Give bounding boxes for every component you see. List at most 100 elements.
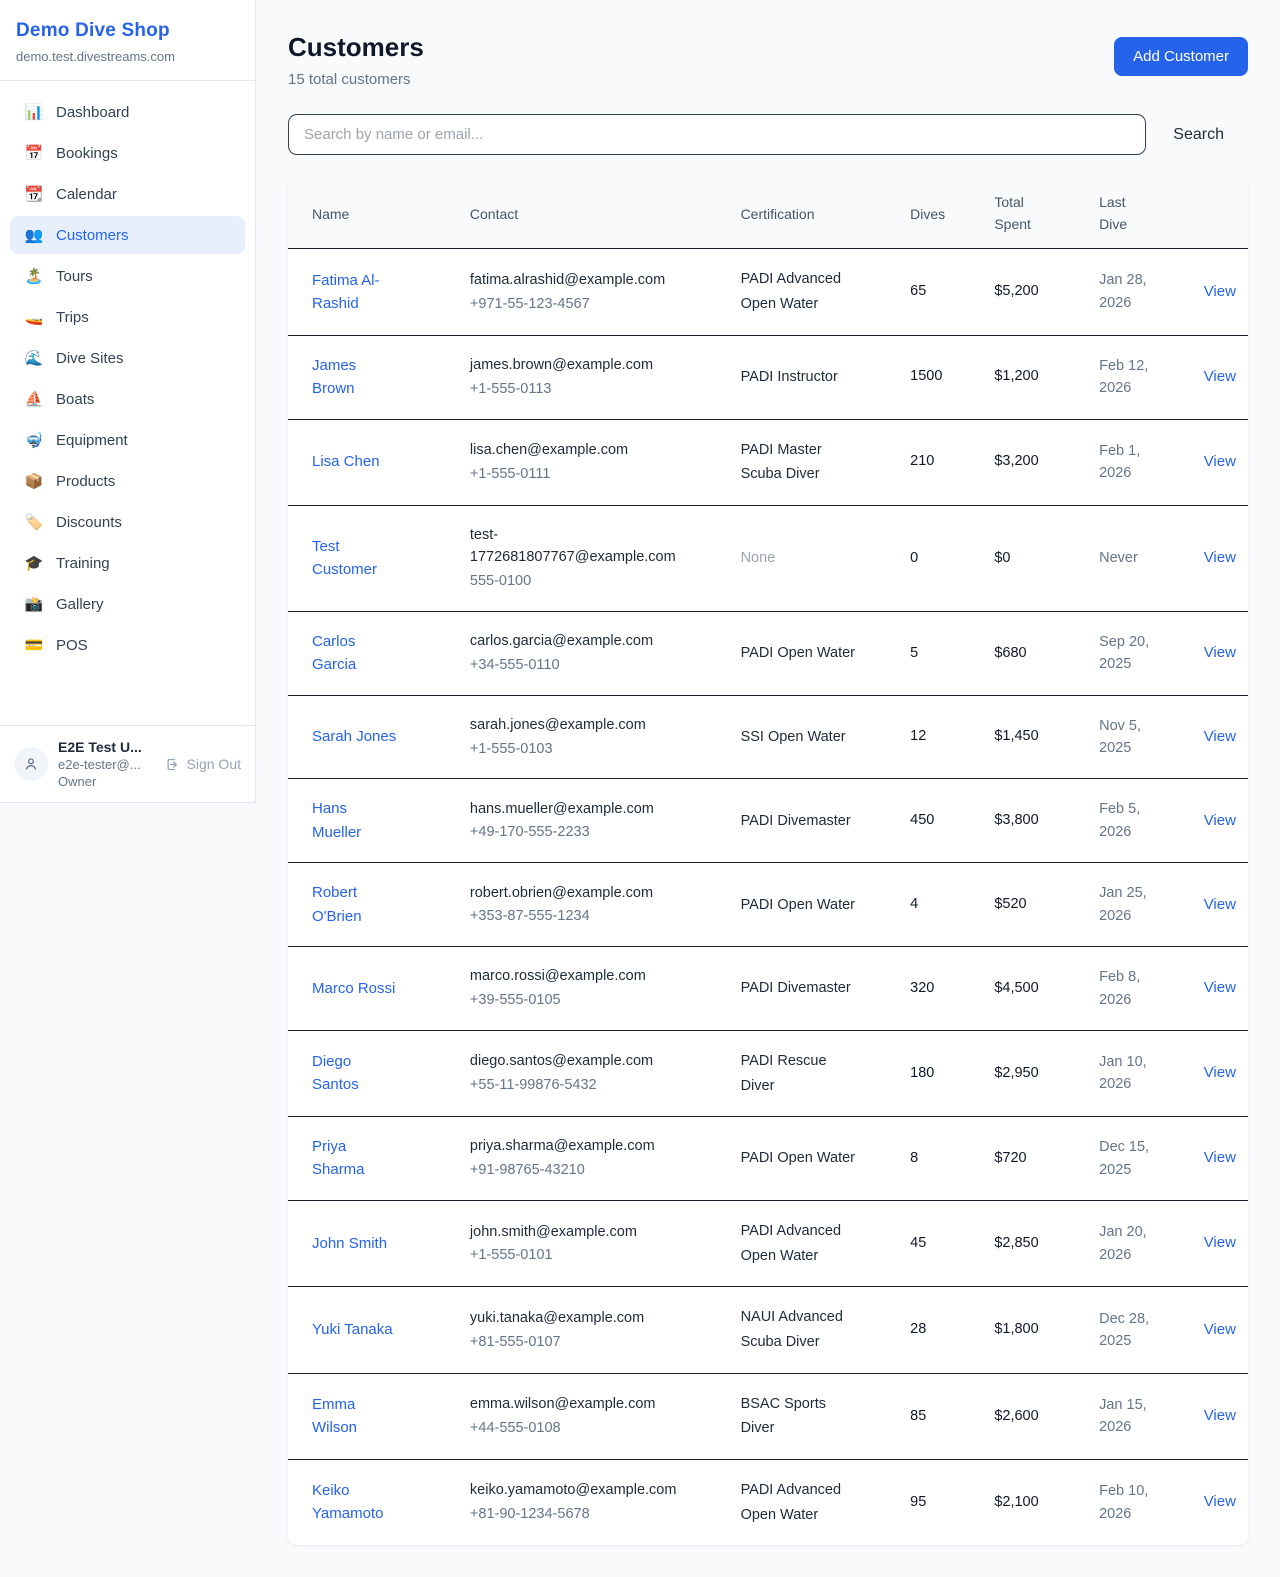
customer-name-link[interactable]: Lisa Chen [312, 450, 380, 473]
customer-email: carlos.garcia@example.com [470, 630, 653, 652]
table-row: Yuki Tanaka yuki.tanaka@example.com +81-… [288, 1287, 1248, 1373]
customer-email: diego.santos@example.com [470, 1050, 653, 1072]
view-link[interactable]: View [1204, 283, 1236, 300]
sidebar-item-discounts[interactable]: 🏷️ Discounts [10, 503, 245, 541]
customer-phone: +91-98765-43210 [470, 1160, 717, 1182]
table-row: Sarah Jones sarah.jones@example.com +1-5… [288, 695, 1248, 779]
customer-phone: +971-55-123-4567 [470, 294, 717, 316]
view-link[interactable]: View [1204, 1321, 1236, 1338]
sidebar-item-products[interactable]: 📦 Products [10, 462, 245, 500]
customer-certification: PADI Divemaster [741, 976, 851, 1001]
view-link[interactable]: View [1204, 896, 1236, 913]
customer-phone: +353-87-555-1234 [470, 906, 717, 928]
table-row: Test Customer test-1772681807767@example… [288, 505, 1248, 611]
customer-count: 15 total customers [288, 71, 424, 88]
customer-total-spent: $2,850 [982, 1201, 1087, 1287]
sidebar-item-boats[interactable]: ⛵ Boats [10, 380, 245, 418]
people-icon: 👥 [24, 226, 44, 244]
customer-phone: +81-90-1234-5678 [470, 1504, 717, 1526]
sidebar-item-training[interactable]: 🎓 Training [10, 544, 245, 582]
view-link[interactable]: View [1204, 453, 1236, 470]
customer-name-link[interactable]: Diego Santos [312, 1050, 400, 1097]
customer-total-spent: $4,500 [982, 947, 1087, 1031]
customer-name-link[interactable]: Emma Wilson [312, 1393, 400, 1440]
sidebar-item-label: POS [56, 637, 88, 654]
customer-email: marco.rossi@example.com [470, 965, 646, 987]
view-link[interactable]: View [1204, 1064, 1236, 1081]
customer-name-link[interactable]: John Smith [312, 1232, 387, 1255]
user-info: E2E Test U... e2e-tester@... Owner [58, 739, 155, 789]
customer-name-link[interactable]: Marco Rossi [312, 977, 395, 1000]
table-row: Emma Wilson emma.wilson@example.com +44-… [288, 1373, 1248, 1459]
customer-name-link[interactable]: Test Customer [312, 535, 400, 582]
view-link[interactable]: View [1204, 368, 1236, 385]
customer-name-link[interactable]: Carlos Garcia [312, 630, 400, 677]
customer-phone: +55-11-99876-5432 [470, 1075, 717, 1097]
view-link[interactable]: View [1204, 979, 1236, 996]
customer-last-dive: Feb 1, 2026 [1099, 440, 1157, 485]
customer-last-dive: Never [1099, 547, 1138, 569]
customer-last-dive: Dec 15, 2025 [1099, 1136, 1157, 1181]
customer-last-dive: Feb 5, 2026 [1099, 798, 1157, 843]
column-header-total-spent: Total Spent [982, 179, 1087, 249]
search-input[interactable] [288, 114, 1146, 155]
view-link[interactable]: View [1204, 812, 1236, 829]
customer-phone: +1-555-0111 [470, 464, 717, 486]
sidebar-item-label: Dive Sites [56, 350, 124, 367]
add-customer-button[interactable]: Add Customer [1114, 37, 1248, 76]
sidebar-item-dashboard[interactable]: 📊 Dashboard [10, 93, 245, 131]
customer-certification: None [741, 546, 776, 571]
customer-email: james.brown@example.com [470, 354, 653, 376]
view-link[interactable]: View [1204, 1407, 1236, 1424]
column-header-contact: Contact [458, 179, 729, 249]
column-header-last-dive: Last Dive [1087, 179, 1192, 249]
customer-name-link[interactable]: Keiko Yamamoto [312, 1479, 400, 1526]
customer-name-link[interactable]: James Brown [312, 354, 400, 401]
view-link[interactable]: View [1204, 644, 1236, 661]
column-header-certification: Certification [729, 179, 899, 249]
table-row: Priya Sharma priya.sharma@example.com +9… [288, 1117, 1248, 1201]
sidebar-item-equipment[interactable]: 🤿 Equipment [10, 421, 245, 459]
view-link[interactable]: View [1204, 1149, 1236, 1166]
customer-name-link[interactable]: Hans Mueller [312, 797, 400, 844]
customer-name-link[interactable]: Robert O'Brien [312, 881, 400, 928]
sidebar-item-tours[interactable]: 🏝️ Tours [10, 257, 245, 295]
customer-total-spent: $520 [982, 863, 1087, 947]
customer-total-spent: $5,200 [982, 249, 1087, 335]
customer-phone: +1-555-0103 [470, 739, 717, 761]
sign-out-button[interactable]: Sign Out [165, 756, 241, 772]
customer-certification: BSAC Sports Diver [741, 1392, 861, 1441]
customer-dives: 8 [898, 1117, 982, 1201]
customer-total-spent: $3,200 [982, 419, 1087, 505]
customer-name-link[interactable]: Sarah Jones [312, 725, 396, 748]
search-button[interactable]: Search [1146, 126, 1248, 144]
sidebar-item-bookings[interactable]: 📅 Bookings [10, 134, 245, 172]
customer-phone: +44-555-0108 [470, 1418, 717, 1440]
customer-dives: 1500 [898, 335, 982, 419]
sidebar-item-pos[interactable]: 💳 POS [10, 626, 245, 664]
view-link[interactable]: View [1204, 1493, 1236, 1510]
package-icon: 📦 [24, 472, 44, 490]
sidebar-item-dive-sites[interactable]: 🌊 Dive Sites [10, 339, 245, 377]
customer-last-dive: Dec 28, 2025 [1099, 1308, 1157, 1353]
customer-name-link[interactable]: Fatima Al-Rashid [312, 269, 400, 316]
customer-certification: PADI Open Water [741, 641, 855, 666]
customer-certification: PADI Open Water [741, 893, 855, 918]
customer-email: fatima.alrashid@example.com [470, 269, 665, 291]
sidebar-item-gallery[interactable]: 📸 Gallery [10, 585, 245, 623]
customer-dives: 0 [898, 505, 982, 611]
view-link[interactable]: View [1204, 1234, 1236, 1251]
sidebar-item-customers[interactable]: 👥 Customers [10, 216, 245, 254]
view-link[interactable]: View [1204, 549, 1236, 566]
customer-last-dive: Sep 20, 2025 [1099, 631, 1157, 676]
customer-name-link[interactable]: Yuki Tanaka [312, 1318, 393, 1341]
customer-phone: +49-170-555-2233 [470, 822, 717, 844]
sidebar-item-calendar[interactable]: 📆 Calendar [10, 175, 245, 213]
sidebar-item-trips[interactable]: 🚤 Trips [10, 298, 245, 336]
customer-name-link[interactable]: Priya Sharma [312, 1135, 400, 1182]
sidebar-nav: 📊 Dashboard 📅 Bookings 📆 Calendar 👥 Cust… [0, 81, 255, 725]
wave-icon: 🌊 [24, 349, 44, 367]
speedboat-icon: 🚤 [24, 308, 44, 326]
view-link[interactable]: View [1204, 728, 1236, 745]
customer-total-spent: $2,100 [982, 1460, 1087, 1546]
